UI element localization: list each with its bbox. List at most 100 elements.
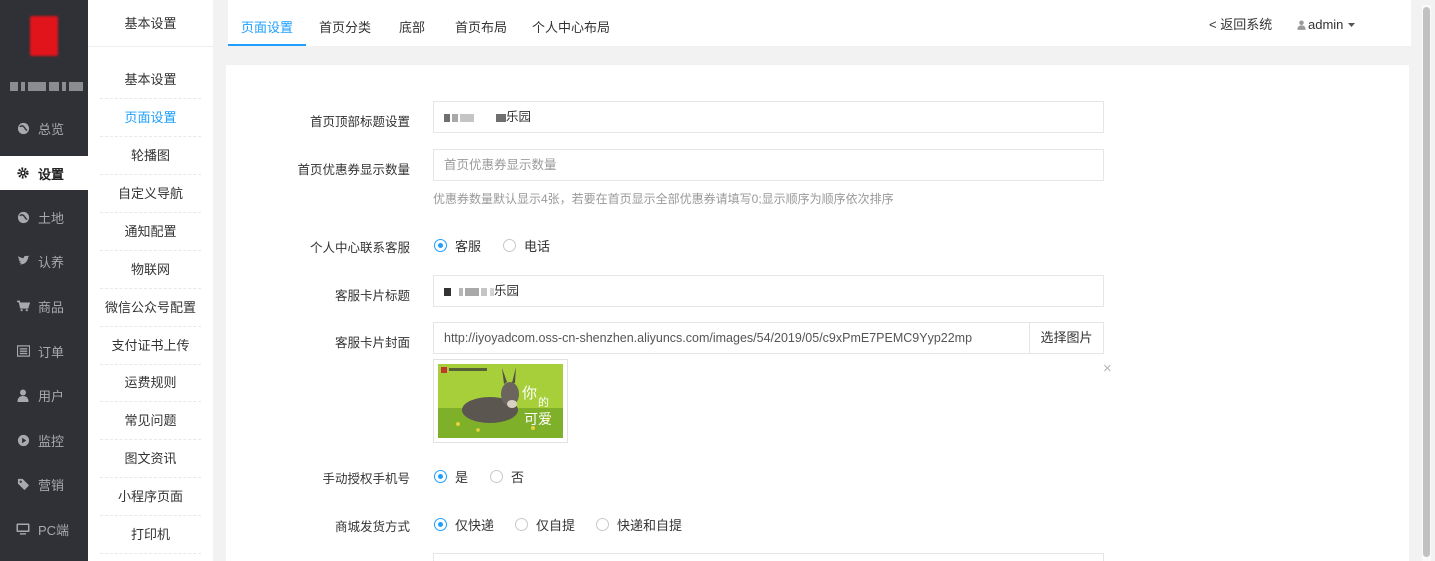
- nav-item-orders[interactable]: 订单: [0, 334, 88, 368]
- submenu-item-shipping[interactable]: 运费规则: [100, 364, 201, 402]
- home-title-label: 首页顶部标题设置: [309, 115, 410, 129]
- nav-label: PC端: [38, 522, 70, 538]
- app-logo: [30, 16, 58, 56]
- delivery-radio-pickup[interactable]: 仅自提: [515, 515, 575, 534]
- nav-label: 营销: [38, 477, 65, 493]
- choose-image-button[interactable]: 选择图片: [1029, 322, 1104, 354]
- card-title-text: 乐园: [494, 284, 520, 298]
- radio-checked-icon: [434, 470, 447, 483]
- radio-label: 快递和自提: [617, 518, 683, 533]
- submenu-item-miniapp[interactable]: 小程序页面: [100, 478, 201, 516]
- tab-footer[interactable]: 底部: [399, 0, 425, 46]
- radio-label: 电话: [524, 239, 551, 254]
- submenu-item-articles[interactable]: 图文资讯: [100, 440, 201, 478]
- phone-auth-label: 手动授权手机号: [322, 472, 410, 486]
- svg-text:你: 你: [522, 384, 537, 402]
- nav-item-overview[interactable]: 总览: [0, 111, 88, 145]
- coupon-count-hint: 优惠券数量默认显示4张，若要在首页显示全部优惠券请填写0;显示顺序为顺序依次排序: [433, 192, 894, 206]
- masked-text: [444, 284, 494, 298]
- submenu-title: 基本设置: [88, 0, 213, 47]
- submenu-item-carousel[interactable]: 轮播图: [100, 137, 201, 175]
- user-icon: [1297, 20, 1306, 30]
- nav-label: 总览: [38, 121, 65, 137]
- radio-label: 仅自提: [536, 518, 576, 533]
- nav-label: 设置: [38, 166, 65, 182]
- nav-item-monitor[interactable]: 监控: [0, 423, 88, 457]
- nav-item-settings[interactable]: 设置: [0, 156, 88, 190]
- tag-icon: [16, 477, 30, 491]
- nav-item-goods[interactable]: 商品: [0, 289, 88, 323]
- card-title-input[interactable]: 乐园: [433, 275, 1104, 307]
- nav-label: 订单: [38, 344, 65, 360]
- nav-item-marketing[interactable]: 营销: [0, 467, 88, 501]
- phone-auth-radio-no[interactable]: 否: [490, 467, 524, 486]
- donkey-image: 你 的 可爱: [438, 364, 563, 438]
- nav-label: 商品: [38, 299, 65, 315]
- radio-checked-icon: [434, 239, 447, 252]
- username: admin: [1308, 17, 1344, 32]
- delivery-radio-both[interactable]: 快递和自提: [596, 515, 682, 534]
- submenu-item-page[interactable]: 页面设置: [100, 99, 201, 137]
- tab-page-settings[interactable]: 页面设置: [228, 0, 306, 46]
- home-title-text: 乐园: [506, 110, 532, 124]
- radio-label: 仅快递: [455, 518, 495, 533]
- radio-unchecked-icon: [515, 518, 528, 531]
- nav-label: 土地: [38, 210, 65, 226]
- nav-item-adopt[interactable]: 认养: [0, 244, 88, 278]
- radio-unchecked-icon: [503, 239, 516, 252]
- home-title-input[interactable]: 乐园: [433, 101, 1104, 133]
- nav-item-land[interactable]: 土地: [0, 200, 88, 234]
- card-title-label: 客服卡片标题: [334, 289, 410, 303]
- scrollbar-thumb[interactable]: [1423, 7, 1430, 557]
- card-cover-label: 客服卡片封面: [334, 336, 410, 350]
- tab-profile-layout[interactable]: 个人中心布局: [532, 0, 610, 46]
- remove-image-icon[interactable]: ×: [1103, 360, 1112, 377]
- submenu-item-iot[interactable]: 物联网: [100, 251, 201, 289]
- svg-text:的: 的: [538, 395, 549, 409]
- submenu-item-faq[interactable]: 常见问题: [100, 402, 201, 440]
- brand-name-blurred: [10, 80, 86, 92]
- radio-checked-icon: [434, 518, 447, 531]
- tab-home-layout[interactable]: 首页布局: [455, 0, 507, 46]
- submenu-item-cert[interactable]: 支付证书上传: [100, 327, 201, 365]
- next-field-input[interactable]: [433, 553, 1104, 561]
- radio-label: 是: [455, 470, 469, 485]
- caret-down-icon: [1348, 23, 1356, 27]
- globe-icon: [16, 121, 30, 135]
- nav-label: 监控: [38, 433, 65, 449]
- delivery-radio-express[interactable]: 仅快递: [434, 515, 494, 534]
- submenu-item-printer[interactable]: 打印机: [100, 516, 201, 554]
- nav-label: 认养: [38, 254, 65, 270]
- list-icon: [16, 344, 30, 358]
- submenu-item-notify[interactable]: 通知配置: [100, 213, 201, 251]
- user-menu[interactable]: admin: [1297, 0, 1356, 50]
- globe-icon: [16, 210, 30, 224]
- submenu-item-wechat[interactable]: 微信公众号配置: [100, 289, 201, 327]
- page-scrollbar[interactable]: [1422, 5, 1431, 561]
- contact-radio-phone[interactable]: 电话: [503, 236, 550, 255]
- phone-auth-radio-yes[interactable]: 是: [434, 467, 468, 486]
- radio-label: 客服: [455, 239, 482, 254]
- play-icon: [16, 433, 30, 447]
- nav-item-users[interactable]: 用户: [0, 378, 88, 412]
- card-cover-thumbnail: 你 的 可爱: [433, 359, 568, 443]
- masked-text: [444, 110, 506, 124]
- svg-text:可爱: 可爱: [524, 412, 552, 428]
- back-to-system-link[interactable]: < 返回系统: [1209, 0, 1272, 46]
- delivery-label: 商城发货方式: [334, 520, 410, 534]
- coupon-count-input[interactable]: 首页优惠券显示数量: [433, 149, 1104, 181]
- desktop-icon: [16, 522, 30, 536]
- nav-label: 用户: [38, 388, 65, 404]
- contact-radio-service[interactable]: 客服: [434, 236, 481, 255]
- tab-home-category[interactable]: 首页分类: [319, 0, 371, 46]
- nav-item-pc[interactable]: PC端: [0, 512, 88, 546]
- coupon-count-label: 首页优惠券显示数量: [297, 163, 410, 177]
- gear-icon: [16, 166, 30, 180]
- radio-label: 否: [511, 470, 525, 485]
- main-sidebar: 总览 设置 土地 认养 商品 订单 用户 监控 营销 PC端: [0, 0, 88, 561]
- submenu-item-custom-nav[interactable]: 自定义导航: [100, 175, 201, 213]
- submenu-item-basic[interactable]: 基本设置: [100, 61, 201, 99]
- cart-icon: [16, 299, 30, 313]
- twitter-icon: [16, 254, 30, 268]
- card-cover-url-input[interactable]: http://iyoyadcom.oss-cn-shenzhen.aliyunc…: [433, 322, 1030, 354]
